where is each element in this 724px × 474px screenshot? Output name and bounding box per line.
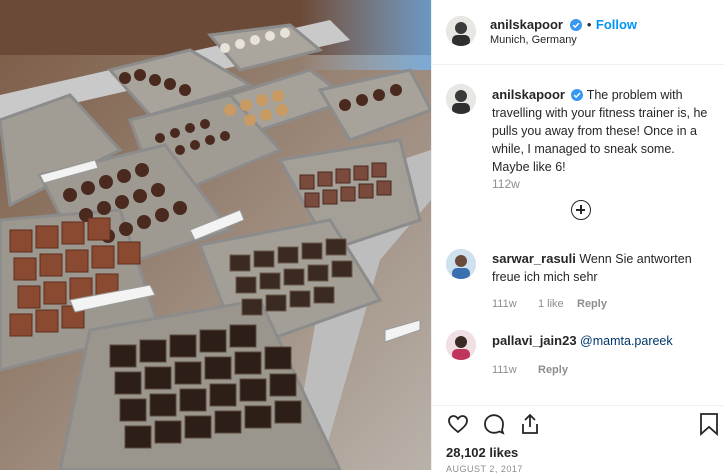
comment-item: pallavi_jain23 @mamta.pareek: [492, 332, 714, 350]
chocolate-display-illustration: [0, 0, 431, 470]
reply-button[interactable]: Reply: [577, 298, 607, 310]
caption-avatar[interactable]: [446, 84, 476, 114]
post-header: anilskapoor • Follow Munich, Germany: [432, 0, 724, 65]
commenter-avatar[interactable]: [446, 249, 476, 279]
post-sidebar: anilskapoor • Follow Munich, Germany ani…: [431, 0, 724, 474]
commenter-photo: [446, 249, 476, 279]
avatar[interactable]: [446, 16, 476, 46]
action-bar: [432, 405, 724, 446]
add-comments-icon[interactable]: [571, 200, 591, 220]
commenter-avatar[interactable]: [446, 330, 476, 360]
like-count[interactable]: 28,102 likes: [446, 445, 518, 460]
verified-badge-icon: [571, 89, 584, 101]
share-icon[interactable]: [518, 412, 542, 436]
comment-username[interactable]: pallavi_jain23: [492, 333, 577, 348]
verified-badge-icon: [570, 19, 583, 31]
comment-time[interactable]: 111w: [492, 364, 517, 376]
caption-time[interactable]: 112w: [492, 177, 520, 191]
caption: anilskapoor The problem with travelling …: [492, 86, 714, 176]
post-username[interactable]: anilskapoor: [490, 17, 563, 32]
reply-button[interactable]: Reply: [538, 364, 568, 376]
comment-likes[interactable]: 1 like: [538, 298, 564, 310]
caption-username[interactable]: anilskapoor: [492, 87, 565, 102]
commenter-photo: [446, 330, 476, 360]
comment-username[interactable]: sarwar_rasuli: [492, 251, 576, 266]
profile-photo: [446, 16, 476, 46]
follow-button[interactable]: Follow: [596, 17, 637, 32]
location-link[interactable]: Munich, Germany: [490, 34, 577, 46]
comment-mention[interactable]: @mamta.pareek: [580, 334, 673, 348]
profile-photo: [446, 84, 476, 114]
post-image[interactable]: [0, 0, 431, 470]
bookmark-icon[interactable]: [698, 412, 720, 436]
comment-icon[interactable]: [482, 412, 506, 436]
post-date[interactable]: AUGUST 2, 2017: [446, 464, 523, 474]
comment-time[interactable]: 111w: [492, 298, 517, 310]
comment-item: sarwar_rasuli Wenn Sie antworten freue i…: [492, 250, 714, 286]
heart-icon[interactable]: [446, 412, 470, 436]
